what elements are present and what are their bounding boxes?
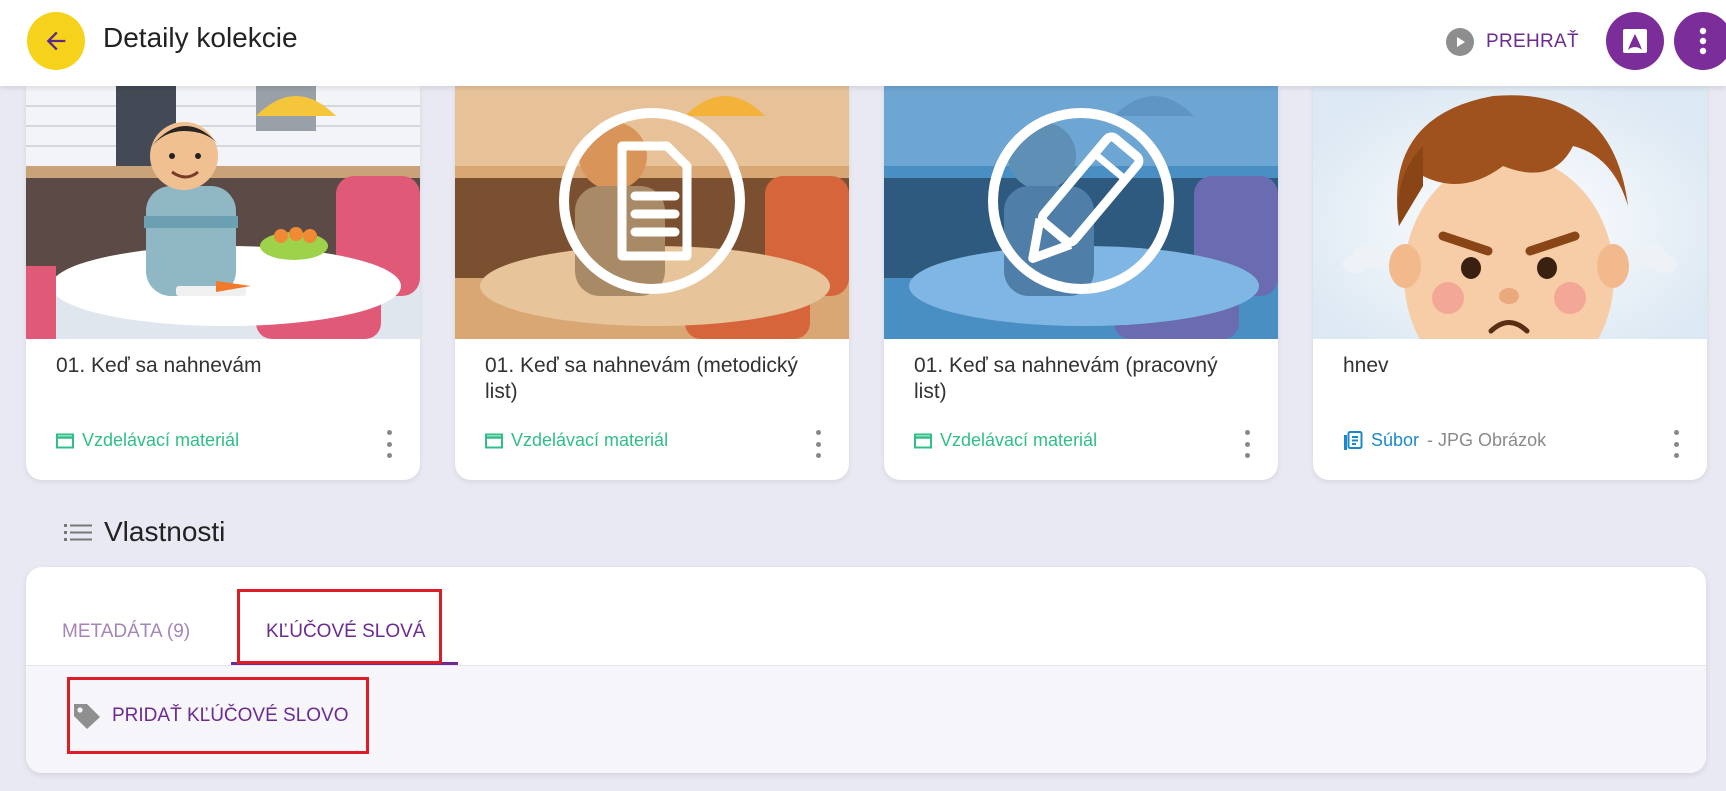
- properties-title: Vlastnosti: [104, 516, 226, 547]
- card-title[interactable]: 01. Keď sa nahnevám (metodický list): [485, 353, 825, 405]
- card-thumbnail: [26, 86, 420, 339]
- list-icon: [64, 524, 92, 541]
- properties-tabs: METADÁTA (9) KĽÚČOVÉ SLOVÁ: [26, 567, 1706, 666]
- card-title[interactable]: 01. Keď sa nahnevám: [56, 353, 396, 379]
- card-type-label: Vzdelávací materiál: [511, 430, 669, 450]
- properties-panel: METADÁTA (9) KĽÚČOVÉ SLOVÁ PRIDAŤ KĽÚČOV…: [26, 567, 1706, 773]
- play-button[interactable]: PREHRAŤ: [1446, 26, 1579, 58]
- tab-highlight-box: [237, 589, 442, 664]
- pdf-icon: [1623, 29, 1647, 53]
- properties-heading: Vlastnosti: [64, 516, 225, 548]
- card-type-label: Vzdelávací materiál: [82, 430, 240, 450]
- back-button[interactable]: [27, 12, 85, 70]
- pdf-button[interactable]: [1606, 12, 1664, 70]
- card-type: Vzdelávací materiál: [56, 430, 239, 451]
- play-label: PREHRAŤ: [1486, 31, 1579, 52]
- status-indicator: [1030, 0, 1076, 8]
- add-keyword-highlight-box: [67, 677, 369, 754]
- arrow-left-icon: [46, 31, 66, 51]
- document-icon: [560, 111, 745, 296]
- card-menu-button[interactable]: [1242, 430, 1252, 458]
- card-title[interactable]: hnev: [1343, 353, 1683, 379]
- play-icon: [1446, 28, 1474, 56]
- card-title[interactable]: 01. Keď sa nahnevám (pracovný list): [914, 353, 1254, 405]
- card-subtype-label: - JPG Obrázok: [1427, 430, 1547, 450]
- pencil-icon: [989, 111, 1174, 296]
- card-thumbnail: [1313, 86, 1707, 339]
- card-type: Vzdelávací materiál: [914, 430, 1097, 451]
- card-type-label: Vzdelávací materiál: [940, 430, 1098, 450]
- card-type: Vzdelávací materiál: [485, 430, 668, 451]
- file-list-icon: [1344, 430, 1363, 450]
- keywords-panel: PRIDAŤ KĽÚČOVÉ SLOVO: [26, 666, 1706, 773]
- card-menu-button[interactable]: [384, 430, 394, 458]
- card-menu-button[interactable]: [1671, 430, 1681, 458]
- collection-card[interactable]: 01. Keď sa nahnevám (pracovný list) Vzde…: [884, 86, 1278, 480]
- card-type: Súbor - JPG Obrázok: [1343, 430, 1546, 451]
- collection-card[interactable]: hnev Súbor - JPG Obrázok: [1313, 86, 1707, 480]
- card-thumbnail: [884, 86, 1278, 339]
- card-menu-button[interactable]: [813, 430, 823, 458]
- tab-metadata[interactable]: METADÁTA (9): [62, 621, 190, 643]
- card-type-label: Súbor: [1371, 430, 1420, 450]
- card-thumbnail: [455, 86, 849, 339]
- calendar-outline-icon: [914, 433, 932, 448]
- calendar-outline-icon: [56, 433, 74, 448]
- collection-card[interactable]: 01. Keď sa nahnevám (metodický list) Vzd…: [455, 86, 849, 480]
- page-title: Detaily kolekcie: [103, 22, 298, 53]
- more-options-button[interactable]: [1674, 12, 1726, 70]
- more-vertical-icon: [1699, 27, 1707, 55]
- collection-card[interactable]: 01. Keď sa nahnevám Vzdelávací materiál: [26, 86, 420, 480]
- calendar-outline-icon: [485, 433, 503, 448]
- app-header: Detaily kolekcie PREHRAŤ: [0, 0, 1726, 86]
